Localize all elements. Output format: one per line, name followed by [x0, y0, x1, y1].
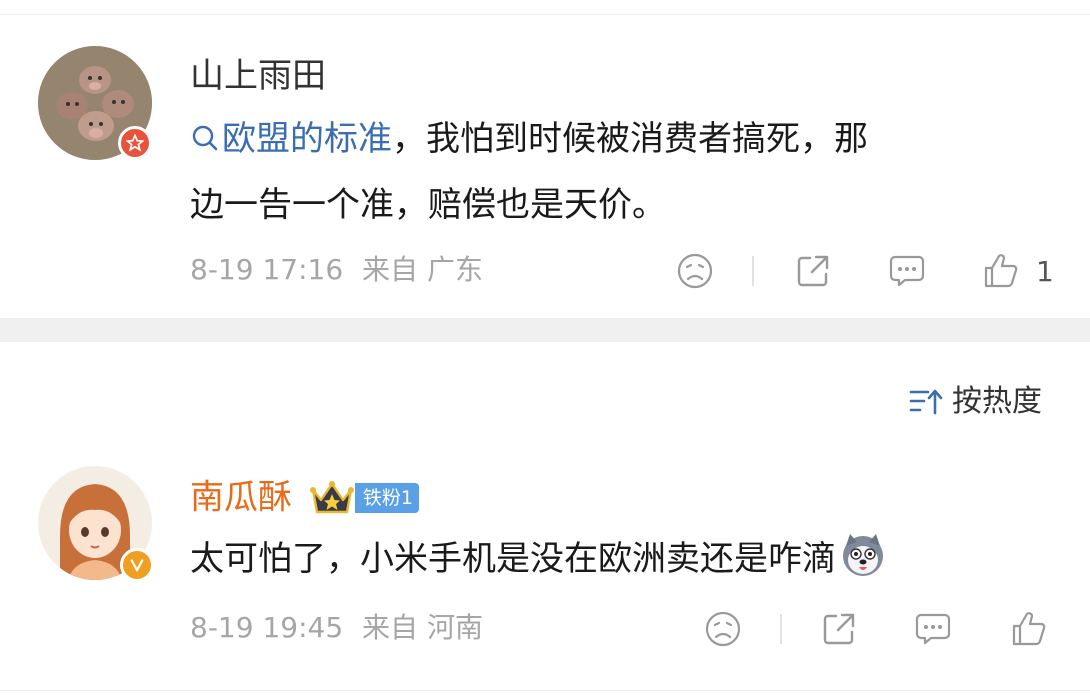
- comment-text-line2: 边一告一个准，赔偿也是天价。: [190, 185, 666, 225]
- comment-icon: [915, 613, 951, 645]
- comment-item: 山上雨田 欧盟的标准，我怕到时候被消费者搞死，那 边一告一个准，赔偿也是天价。 …: [0, 0, 1090, 318]
- comment-source: 来自 河南: [362, 611, 483, 644]
- comment-text: 太可怕了，小米手机是没在欧洲卖还是咋滴: [190, 526, 886, 592]
- like-button[interactable]: [1008, 608, 1050, 650]
- like-icon: [984, 254, 1018, 288]
- username-row: 南瓜酥 铁粉1: [190, 476, 419, 518]
- dislike-button[interactable]: [702, 608, 744, 650]
- comment-meta: 8-19 19:45 来自 河南: [190, 612, 493, 644]
- comment-date: 8-19 17:16: [190, 253, 344, 286]
- avatar[interactable]: [38, 466, 154, 582]
- comment-text-line1: ，我怕到时候被消费者搞死，那: [392, 119, 868, 159]
- topic-link-label[interactable]: 欧盟的标准: [222, 119, 392, 159]
- username[interactable]: 山上雨田: [190, 56, 326, 96]
- fan-tag-label: 铁粉1: [354, 482, 419, 513]
- comment-item: 南瓜酥 铁粉1 太可怕了，小米手机是没在欧洲卖还是咋滴 8-19 19:45 来…: [0, 342, 1090, 696]
- like-count: 1: [1036, 255, 1054, 288]
- topic-link[interactable]: 欧盟的标准: [190, 119, 392, 159]
- avatar[interactable]: [38, 46, 152, 160]
- share-icon: [823, 613, 855, 645]
- orange-v-badge: [120, 548, 154, 582]
- share-button[interactable]: [792, 250, 834, 292]
- comment-button[interactable]: [912, 608, 954, 650]
- dislike-icon: [705, 611, 741, 647]
- dislike-button[interactable]: [674, 250, 716, 292]
- comment-source: 来自 广东: [362, 253, 483, 286]
- comment-text: 欧盟的标准，我怕到时候被消费者搞死，那: [190, 106, 868, 172]
- husky-dog-emoji: [843, 534, 883, 576]
- fan-tag[interactable]: 铁粉1: [309, 478, 419, 518]
- comment-meta: 8-19 17:16 来自 广东: [190, 254, 493, 286]
- like-icon: [1012, 612, 1046, 646]
- search-icon: [192, 125, 218, 151]
- like-button[interactable]: [980, 250, 1022, 292]
- crown-icon: [309, 480, 354, 513]
- comment-text-body: 太可怕了，小米手机是没在欧洲卖还是咋滴: [190, 539, 836, 579]
- comment-date: 8-19 19:45: [190, 611, 344, 644]
- comment-button[interactable]: [886, 250, 928, 292]
- share-icon: [797, 255, 829, 287]
- action-divider: [752, 256, 754, 286]
- comment-icon: [889, 255, 925, 287]
- red-star-badge: [118, 126, 152, 160]
- username[interactable]: 南瓜酥: [190, 478, 292, 518]
- bottom-separator: [0, 690, 1090, 691]
- action-divider: [780, 614, 782, 644]
- dislike-icon: [677, 253, 713, 289]
- share-button[interactable]: [818, 608, 860, 650]
- section-divider: [0, 318, 1090, 342]
